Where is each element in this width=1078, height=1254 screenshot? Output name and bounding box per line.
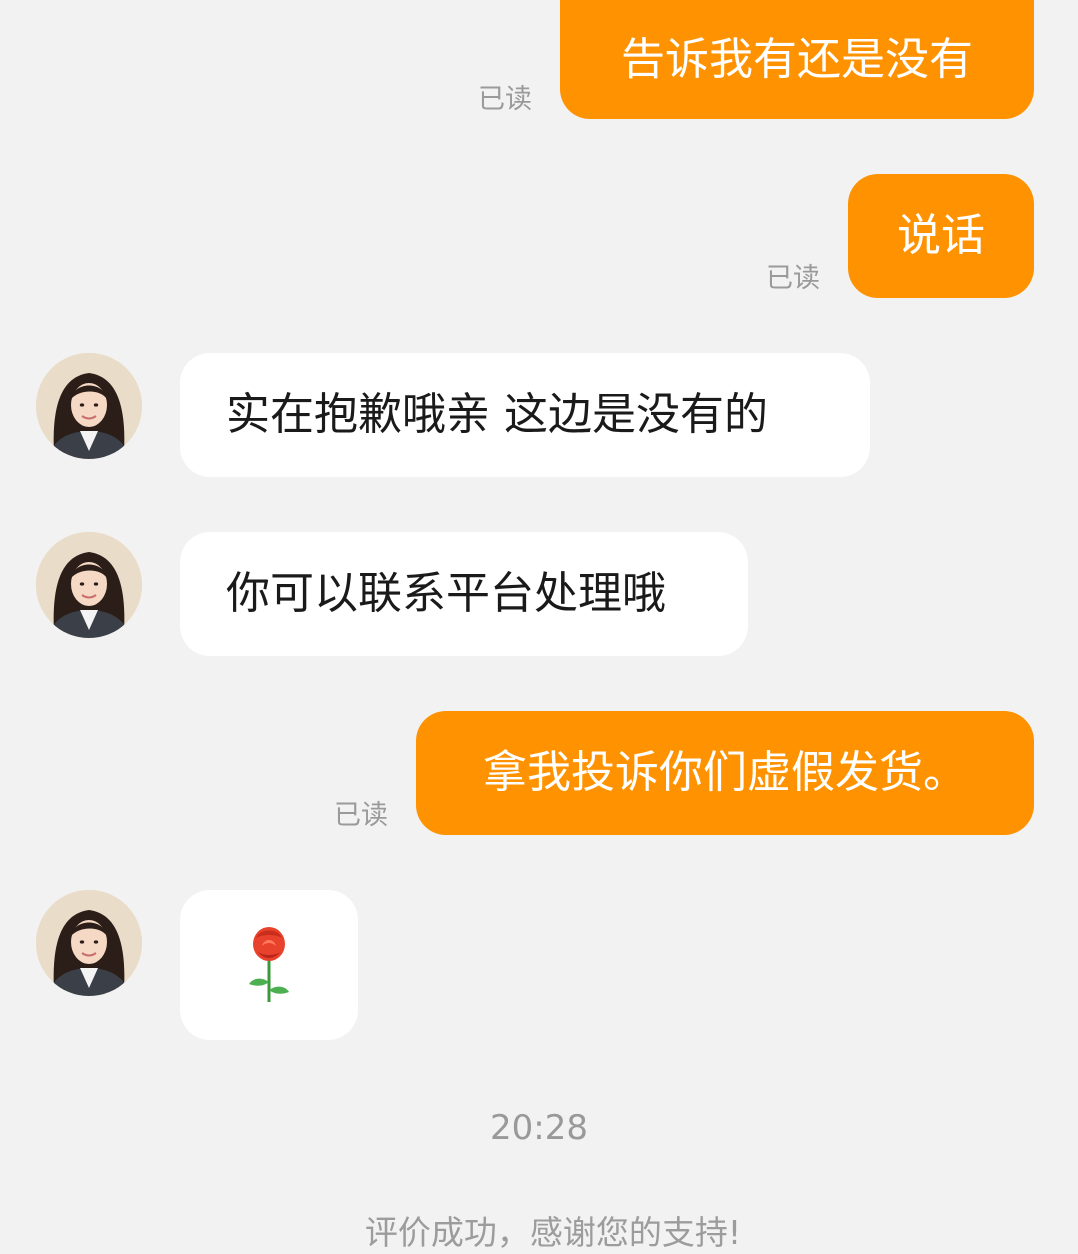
avatar-image [36, 532, 142, 638]
message-timestamp: 20:28 [490, 1108, 588, 1148]
rose-icon [249, 927, 289, 1002]
read-status: 已读 [334, 800, 388, 831]
agent-avatar[interactable] [36, 890, 142, 996]
received-message-bubble[interactable]: 实在抱歉哦亲 这边是没有的 [180, 353, 870, 477]
agent-avatar[interactable] [36, 532, 142, 638]
avatar-image [36, 353, 142, 459]
avatar-image [36, 890, 142, 996]
system-notice: 评价成功，感谢您的支持! [364, 1213, 742, 1252]
read-status: 已读 [766, 263, 820, 294]
sent-message-bubble[interactable]: 告诉我有还是没有 [560, 0, 1034, 119]
received-message-bubble[interactable]: 你可以联系平台处理哦 [180, 532, 748, 656]
read-status: 已读 [478, 84, 532, 115]
agent-avatar[interactable] [36, 353, 142, 459]
sent-message-bubble[interactable]: 说话 [848, 174, 1034, 298]
sent-message-bubble[interactable]: 拿我投诉你们虚假发货。 [416, 711, 1034, 835]
received-sticker-bubble[interactable] [180, 890, 358, 1040]
